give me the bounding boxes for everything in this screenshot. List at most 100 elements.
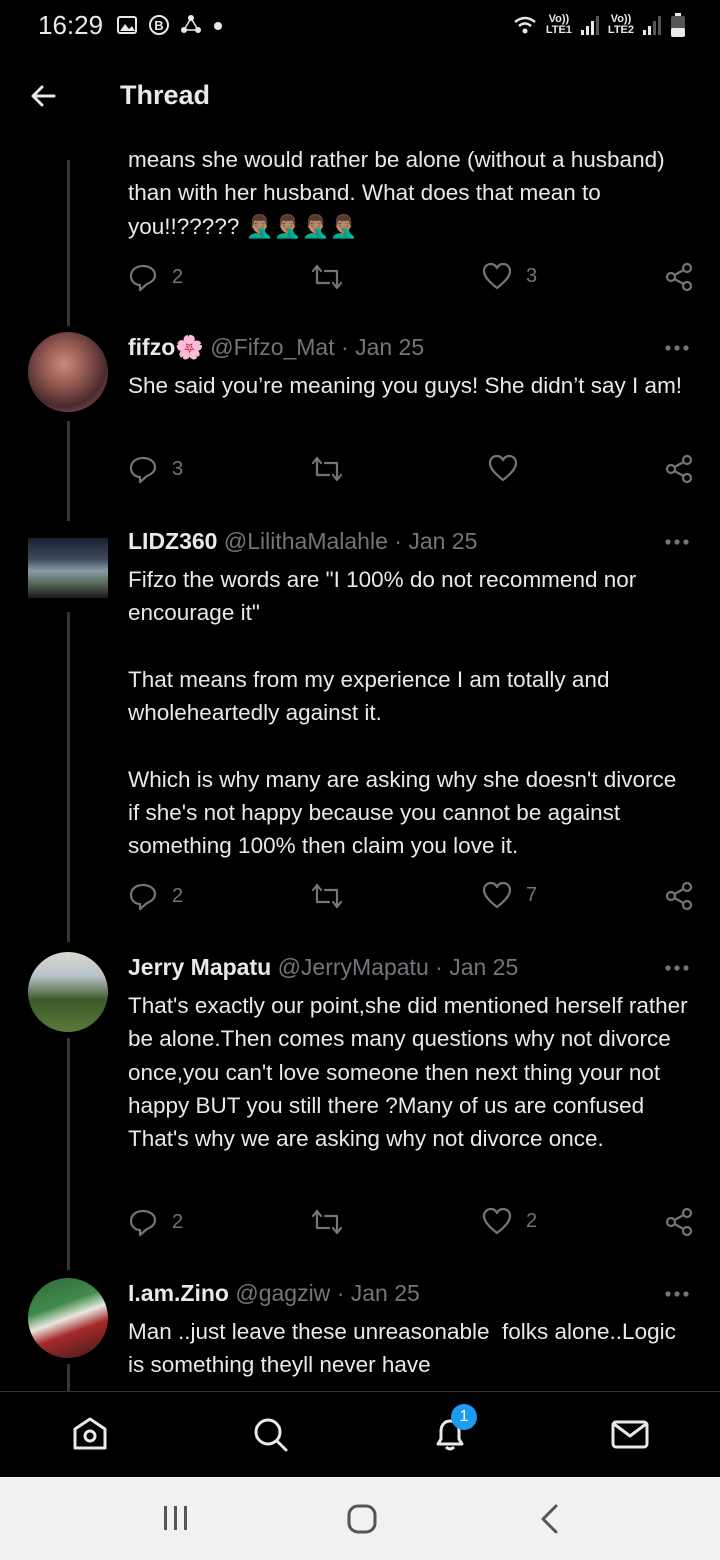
handle[interactable]: @LilithaMalahle: [224, 528, 388, 554]
tweet-header: I.am.Zino @gagziw · Jan 25: [128, 1280, 420, 1307]
reply-button[interactable]: 2: [128, 262, 183, 292]
retweet-icon: [311, 883, 343, 909]
sync-icon: [181, 15, 201, 33]
notification-badge: 1: [451, 1404, 477, 1430]
reply-count: 2: [172, 265, 184, 288]
handle[interactable]: @gagziw: [235, 1280, 330, 1306]
svg-text:B: B: [154, 18, 163, 33]
tweet-date: Jan 25: [355, 334, 425, 360]
like-button[interactable]: 3: [482, 262, 537, 290]
reply-icon: [129, 1209, 157, 1237]
avatar[interactable]: [28, 332, 108, 412]
signal-icon: [580, 16, 599, 35]
home-icon[interactable]: [70, 1414, 110, 1454]
handle[interactable]: @JerryMapatu: [278, 954, 429, 980]
share-icon: [665, 1207, 693, 1237]
page-title: Thread: [120, 80, 211, 110]
display-name[interactable]: fifzo🌸: [128, 334, 204, 360]
dot-icon: [214, 22, 222, 30]
retweet-button[interactable]: [310, 262, 344, 292]
top-app-bar: Thread: [0, 54, 720, 138]
reply-count: 2: [172, 884, 184, 907]
display-name[interactable]: I.am.Zino: [128, 1280, 229, 1306]
reply-icon: [129, 264, 157, 292]
more-options-icon[interactable]: [664, 964, 690, 972]
share-icon: [665, 881, 693, 911]
tweet-text: She said you’re meaning you guys! She di…: [128, 373, 683, 398]
status-time: 16:29: [38, 10, 104, 40]
like-button[interactable]: [488, 454, 518, 482]
retweet-icon: [311, 264, 343, 290]
wifi-icon: [514, 16, 536, 34]
signal-icon: [643, 16, 661, 35]
retweet-button[interactable]: [310, 1207, 344, 1237]
back-chevron-icon[interactable]: [538, 1503, 562, 1535]
tweet-text: Man ..just leave these unreasonable folk…: [128, 1319, 683, 1378]
messages-icon[interactable]: [610, 1414, 650, 1454]
arrow-left-icon[interactable]: [28, 80, 60, 112]
thread-line: [67, 1038, 70, 1270]
share-icon: [665, 262, 693, 292]
more-options-icon[interactable]: [664, 344, 690, 352]
share-icon: [665, 454, 693, 484]
retweet-icon: [311, 456, 343, 482]
thread-line: [67, 612, 70, 942]
heart-icon: [482, 262, 512, 290]
avatar[interactable]: [28, 538, 108, 598]
tweet-header: fifzo🌸 @Fifzo_Mat · Jan 25: [128, 334, 424, 361]
thread-line: [67, 1364, 70, 1391]
tweet-actions: 3: [128, 454, 694, 488]
reply-button[interactable]: 3: [128, 454, 183, 484]
handle[interactable]: @Fifzo_Mat: [210, 334, 334, 360]
tweet-date: Jan 25: [408, 528, 478, 554]
reply-count: 2: [172, 1210, 184, 1233]
system-nav-bar: [0, 1477, 720, 1560]
reply-icon: [129, 456, 157, 484]
image-icon: [117, 16, 137, 34]
tweet-text: means she would rather be alone (without…: [128, 147, 678, 239]
retweet-button[interactable]: [310, 454, 344, 484]
like-button[interactable]: 2: [482, 1207, 537, 1235]
search-icon[interactable]: [250, 1414, 290, 1454]
tweet-date: Jan 25: [350, 1280, 420, 1306]
separator: ·: [435, 954, 443, 980]
status-right-icons: Vo)) LTE1 Vo)) LTE2: [512, 12, 686, 38]
recents-icon[interactable]: [160, 1503, 192, 1533]
separator: ·: [341, 334, 349, 360]
heart-icon: [482, 881, 512, 909]
display-name[interactable]: LIDZ360: [128, 528, 217, 554]
retweet-button[interactable]: [310, 881, 344, 911]
separator: ·: [394, 528, 402, 554]
share-button[interactable]: [664, 1207, 694, 1237]
share-button[interactable]: [664, 454, 694, 484]
tweet-text: That's exactly our point,she did mention…: [128, 993, 694, 1152]
tweet-date: Jan 25: [449, 954, 519, 980]
thread-line: [67, 160, 70, 326]
retweet-icon: [311, 1209, 343, 1235]
status-bar: 16:29 B Vo)) LTE1 Vo)) LTE2: [0, 0, 720, 54]
display-name[interactable]: Jerry Mapatu: [128, 954, 271, 980]
tweet-text: Fifzo the words are "I 100% do not recom…: [128, 567, 677, 859]
avatar[interactable]: [28, 1278, 108, 1358]
avatar[interactable]: [28, 952, 108, 1032]
bottom-nav: [0, 1391, 720, 1478]
more-options-icon[interactable]: [664, 538, 690, 546]
network-lte1: Vo)) LTE1: [545, 13, 572, 36]
reply-button[interactable]: 2: [128, 881, 183, 911]
like-count: 2: [526, 1209, 538, 1232]
more-options-icon[interactable]: [664, 1290, 690, 1298]
tweet-header: Jerry Mapatu @JerryMapatu · Jan 25: [128, 954, 518, 981]
status-left-icons: B: [116, 14, 224, 36]
like-button[interactable]: 7: [482, 881, 537, 909]
reply-icon: [129, 883, 157, 911]
battery-icon: [671, 13, 685, 37]
share-button[interactable]: [664, 881, 694, 911]
tweet-actions: 2 2: [128, 1207, 694, 1241]
thread-feed[interactable]: means she would rather be alone (without…: [0, 138, 720, 1391]
like-count: 7: [526, 883, 538, 906]
heart-icon: [482, 1207, 512, 1235]
home-circle-icon[interactable]: [346, 1503, 378, 1535]
heart-icon: [488, 454, 518, 482]
share-button[interactable]: [664, 262, 694, 292]
reply-button[interactable]: 2: [128, 1207, 183, 1237]
